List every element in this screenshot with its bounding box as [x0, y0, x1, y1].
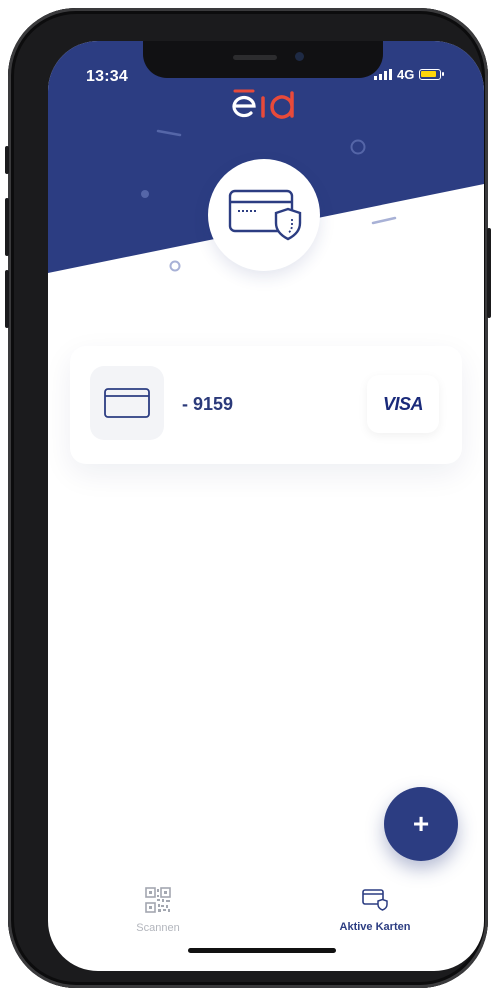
front-camera	[295, 52, 304, 61]
notch	[143, 41, 383, 78]
battery-icon	[419, 69, 445, 80]
credit-card-icon	[104, 388, 150, 418]
signal-icon	[374, 69, 392, 80]
tab-aktive-karten-label: Aktive Karten	[339, 921, 411, 933]
power-button	[487, 228, 491, 318]
card-shield-icon	[362, 889, 388, 911]
tab-scannen-label: Scannen	[136, 922, 180, 934]
status-indicators: 4G	[374, 67, 445, 82]
add-card-button[interactable]: +	[384, 787, 458, 861]
status-time: 13:34	[86, 68, 128, 85]
card-brand-logo: VISA	[382, 393, 424, 414]
card-list-item[interactable]: - 9159 VISA	[70, 346, 462, 464]
tab-scannen[interactable]: Scannen	[118, 887, 198, 934]
volume-down-button	[5, 270, 9, 328]
tab-aktive-karten[interactable]: Aktive Karten	[320, 887, 430, 933]
speaker-grille	[233, 55, 277, 60]
network-type: 4G	[397, 67, 415, 82]
volume-up-button	[5, 198, 9, 256]
phone-frame: 13:34 4G - 9159 VISA + Scannen Aktive Ka…	[5, 8, 491, 988]
card-thumbnail	[90, 366, 164, 440]
plus-icon: +	[412, 808, 430, 839]
mute-switch	[5, 146, 9, 174]
screen: 13:34 4G - 9159 VISA + Scannen Aktive Ka…	[48, 41, 484, 971]
card-number: - 9159	[182, 394, 234, 414]
home-indicator	[188, 948, 336, 953]
card-shield-icon	[228, 189, 302, 241]
emblem-circle	[208, 159, 320, 271]
qr-code-icon	[145, 887, 171, 913]
card-brand-badge: VISA	[367, 375, 439, 433]
app-logo	[232, 89, 294, 119]
